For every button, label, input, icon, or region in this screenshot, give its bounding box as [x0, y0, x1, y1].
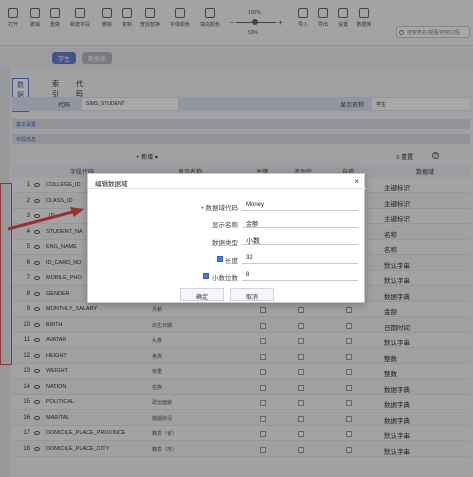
length-label: 长度: [225, 258, 238, 265]
data-type-label: 数据类型: [212, 240, 238, 247]
display-name-field-input[interactable]: 金额: [242, 217, 358, 228]
domain-code-label: • 数据域代码: [201, 205, 238, 212]
scale-input[interactable]: 8: [242, 270, 358, 281]
dialog-header: 编辑数据域 ×: [88, 174, 366, 189]
edit-domain-dialog: 编辑数据域 × • 数据域代码 Money 显示名称 金额 数据类型 小数 长度…: [87, 173, 366, 303]
close-icon[interactable]: ×: [354, 177, 359, 186]
cancel-button[interactable]: 取消: [230, 288, 274, 301]
length-input[interactable]: 32: [242, 253, 358, 264]
domain-code-input[interactable]: Money: [242, 200, 358, 211]
display-name-field-label: 显示名称: [212, 222, 238, 229]
scale-label: 小数位数: [212, 275, 238, 282]
dialog-title: 编辑数据域: [95, 181, 128, 188]
data-type-select[interactable]: 小数: [242, 234, 358, 245]
ok-button[interactable]: 确定: [180, 288, 224, 301]
